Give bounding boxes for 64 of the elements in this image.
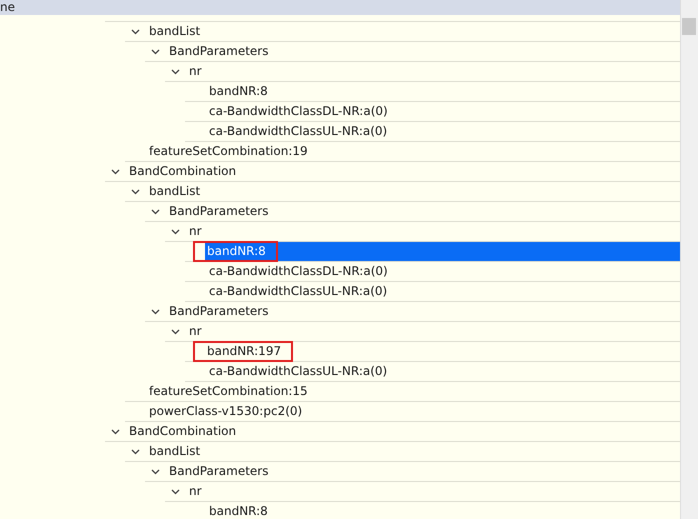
node-label: bandNR:8	[208, 503, 269, 519]
tree-row[interactable]: BandParameters	[145, 462, 681, 482]
node-label: bandNR:8	[208, 83, 269, 100]
node-label: ca-BandwidthClassUL-NR:a(0)	[208, 363, 388, 380]
node-label: bandList	[148, 23, 202, 40]
node-label: BandCombination	[128, 163, 238, 180]
chevron-down-icon[interactable]	[170, 227, 180, 236]
node-label: bandNR:8	[195, 243, 276, 260]
chevron-down-icon[interactable]	[150, 467, 160, 476]
node-label: powerClass-v1530:pc2(0)	[148, 403, 304, 420]
scrollbar[interactable]	[680, 0, 698, 519]
tree-row[interactable]: BandParameters	[145, 202, 681, 222]
node-label: bandList	[148, 443, 202, 460]
chevron-down-icon[interactable]	[130, 187, 140, 196]
tree-row[interactable]: BandParameters	[145, 302, 681, 322]
chevron-down-icon[interactable]	[170, 67, 180, 76]
chevron-down-icon[interactable]	[130, 447, 140, 456]
node-label: BandCombination	[128, 423, 238, 440]
scrollbar-thumb[interactable]	[682, 18, 696, 35]
node-label: nr	[188, 483, 203, 500]
node-label: ca-BandwidthClassUL-NR:a(0)	[208, 123, 388, 140]
tree-row[interactable]: BandCombination	[105, 162, 681, 182]
node-label: bandNR:197	[195, 343, 292, 360]
node-label: nr	[188, 63, 203, 80]
node-label: featureSetCombination:19	[148, 143, 309, 160]
node-label: ca-BandwidthClassDL-NR:a(0)	[208, 263, 389, 280]
column-title: ne	[0, 0, 15, 15]
tree-row[interactable]: bandList	[125, 22, 681, 42]
node-label: nr	[188, 323, 203, 340]
node-label: BandParameters	[168, 203, 270, 220]
tree-row[interactable]: ca-BandwidthClassDL-NR:a(0)	[185, 262, 681, 282]
chevron-down-icon[interactable]	[170, 487, 180, 496]
tree-row[interactable]: nr	[165, 322, 681, 342]
chevron-down-icon[interactable]	[150, 307, 160, 316]
tree-row[interactable]: nr	[165, 482, 681, 502]
node-label: ca-BandwidthClassUL-NR:a(0)	[208, 283, 388, 300]
tree-row[interactable]: BandCombination	[105, 422, 681, 442]
tree-row[interactable]: featureSetCombination:19	[125, 142, 681, 162]
tree-row[interactable]: bandNR:8	[185, 82, 681, 102]
node-label: nr	[188, 223, 203, 240]
tree-row[interactable]: nr	[165, 62, 681, 82]
chevron-down-icon[interactable]	[130, 27, 140, 36]
tree-row[interactable]: ca-BandwidthClassUL-NR:a(0)	[185, 362, 681, 382]
chevron-down-icon[interactable]	[110, 167, 120, 176]
tree-row[interactable]: powerClass-v1530:pc2(0)	[125, 402, 681, 422]
node-label: ca-BandwidthClassDL-NR:a(0)	[208, 103, 389, 120]
tree-row[interactable]: BandParameters	[145, 42, 681, 62]
node-label: featureSetCombination:15	[148, 383, 309, 400]
chevron-down-icon[interactable]	[170, 327, 180, 336]
node-label: BandParameters	[168, 303, 270, 320]
tree-row[interactable]: ca-BandwidthClassUL-NR:a(0)	[185, 282, 681, 302]
chevron-down-icon[interactable]	[150, 47, 160, 56]
chevron-down-icon[interactable]	[110, 427, 120, 436]
tree-row[interactable]: bandNR:197	[185, 342, 681, 362]
column-header[interactable]: ne	[0, 0, 681, 15]
node-label: BandParameters	[168, 43, 270, 60]
tree-row[interactable]: bandList	[125, 182, 681, 202]
tree-row[interactable]: featureSetCombination:15	[125, 382, 681, 402]
tree-row[interactable]: ca-BandwidthClassUL-NR:a(0)	[185, 122, 681, 142]
tree-row[interactable]: bandList	[125, 442, 681, 462]
node-label: BandParameters	[168, 463, 270, 480]
node-label: bandList	[148, 183, 202, 200]
tree-row[interactable]: ca-BandwidthClassDL-NR:a(0)	[185, 102, 681, 122]
chevron-down-icon[interactable]	[150, 207, 160, 216]
